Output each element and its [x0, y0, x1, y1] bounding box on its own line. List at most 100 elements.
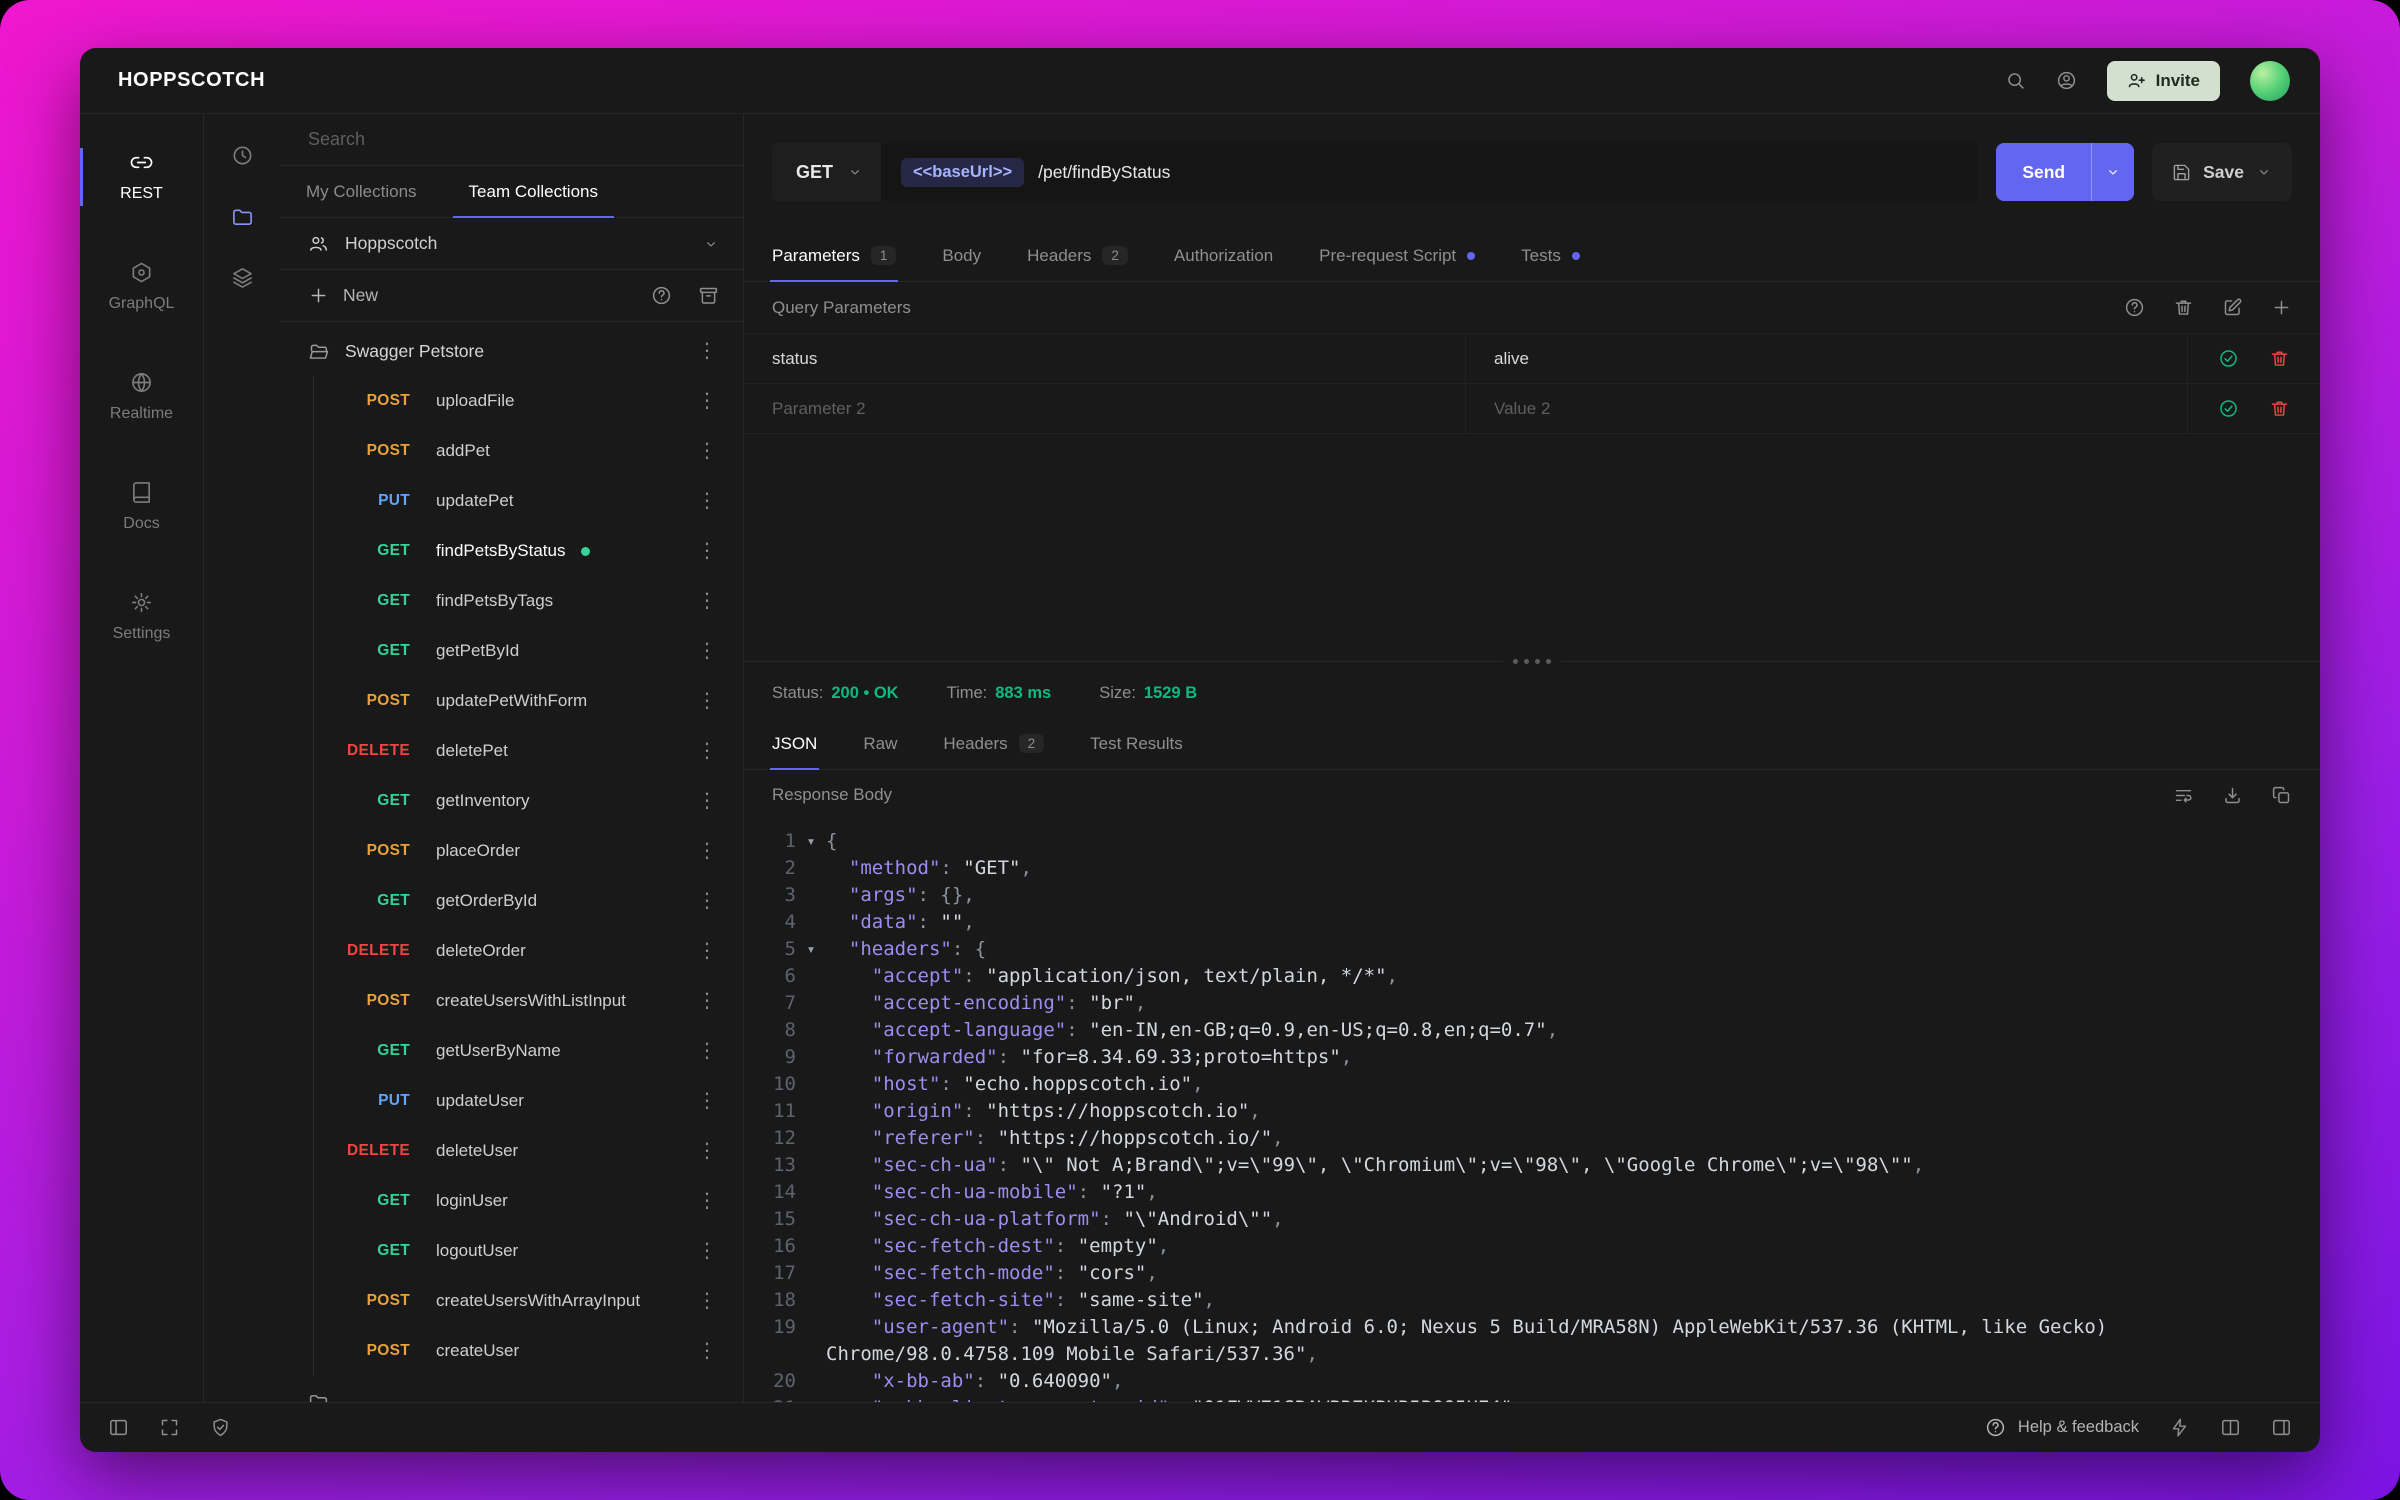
tab-authorization[interactable]: Authorization — [1174, 230, 1273, 281]
nav-item-settings[interactable]: Settings — [80, 562, 203, 672]
request-item[interactable]: GET logoutUser ⋮ — [314, 1226, 743, 1276]
nav-item-docs[interactable]: Docs — [80, 452, 203, 562]
request-item[interactable]: POST placeOrder ⋮ — [314, 826, 743, 876]
search-button[interactable] — [2005, 70, 2026, 91]
wrap-lines-button[interactable] — [2173, 785, 2194, 806]
param-key-input[interactable]: status — [744, 334, 1466, 383]
request-options-button[interactable]: ⋮ — [693, 791, 721, 811]
param-value-input[interactable]: alive — [1466, 334, 2188, 383]
tab-raw[interactable]: Raw — [863, 718, 897, 769]
request-options-button[interactable]: ⋮ — [693, 991, 721, 1011]
request-options-button[interactable]: ⋮ — [693, 741, 721, 761]
download-response-button[interactable] — [2222, 785, 2243, 806]
request-options-button[interactable]: ⋮ — [693, 891, 721, 911]
collections-tab[interactable] — [231, 205, 254, 228]
request-item[interactable]: GET getUserByName ⋮ — [314, 1026, 743, 1076]
param-key-input[interactable]: Parameter 2 — [744, 384, 1466, 433]
expand-view-button[interactable] — [159, 1417, 180, 1438]
request-options-button[interactable]: ⋮ — [693, 1341, 721, 1361]
url-input[interactable]: <<baseUrl>> /pet/findByStatus — [881, 143, 1979, 201]
toggle-right-panel-button[interactable] — [2271, 1417, 2292, 1438]
request-item[interactable]: DELETE deletePet ⋮ — [314, 726, 743, 776]
request-options-button[interactable]: ⋮ — [693, 391, 721, 411]
request-options-button[interactable]: ⋮ — [693, 1291, 721, 1311]
param-delete-button[interactable] — [2269, 398, 2290, 419]
request-options-button[interactable]: ⋮ — [693, 441, 721, 461]
request-item[interactable]: DELETE deleteUser ⋮ — [314, 1126, 743, 1176]
param-active-toggle[interactable] — [2218, 348, 2239, 369]
fold-toggle-icon[interactable]: ▾ — [796, 936, 826, 963]
tab-test-results[interactable]: Test Results — [1090, 718, 1183, 769]
request-options-button[interactable]: ⋮ — [693, 1241, 721, 1261]
request-options-button[interactable]: ⋮ — [693, 541, 721, 561]
history-tab[interactable] — [231, 144, 254, 167]
request-options-button[interactable]: ⋮ — [693, 841, 721, 861]
tab-parameters[interactable]: Parameters 1 — [769, 230, 899, 282]
copy-response-button[interactable] — [2271, 785, 2292, 806]
request-options-button[interactable]: ⋮ — [693, 491, 721, 511]
request-options-button[interactable]: ⋮ — [693, 1041, 721, 1061]
tab-my-collections[interactable]: My Collections — [280, 166, 443, 217]
param-value-input[interactable]: Value 2 — [1466, 384, 2188, 433]
interceptor-button[interactable] — [210, 1417, 231, 1438]
toggle-sidebar-button[interactable] — [108, 1417, 129, 1438]
request-item[interactable]: GET getOrderById ⋮ — [314, 876, 743, 926]
import-export-button[interactable] — [698, 285, 719, 306]
request-item[interactable]: GET findPetsByStatus ⋮ — [314, 526, 743, 576]
request-item[interactable]: POST addPet ⋮ — [314, 426, 743, 476]
method-select[interactable]: GET — [772, 143, 882, 201]
request-options-button[interactable]: ⋮ — [693, 1091, 721, 1111]
shortcuts-button[interactable] — [2169, 1417, 2190, 1438]
request-item[interactable]: PUT updateUser ⋮ — [314, 1076, 743, 1126]
request-item[interactable]: GET loginUser ⋮ — [314, 1176, 743, 1226]
request-options-button[interactable]: ⋮ — [693, 941, 721, 961]
request-item[interactable]: GET getInventory ⋮ — [314, 776, 743, 826]
request-options-button[interactable]: ⋮ — [693, 591, 721, 611]
invite-button[interactable]: Invite — [2106, 60, 2220, 101]
tab-body[interactable]: Body — [942, 230, 981, 281]
help-feedback-button[interactable]: Help & feedback — [1985, 1417, 2139, 1438]
request-options-button[interactable]: ⋮ — [693, 691, 721, 711]
new-collection-button[interactable]: New — [308, 285, 378, 306]
params-clear-all-button[interactable] — [2173, 297, 2194, 318]
folder-options-button[interactable]: ⋮ — [693, 341, 721, 361]
nav-item-graphql[interactable]: GraphQL — [80, 232, 203, 342]
param-delete-button[interactable] — [2269, 348, 2290, 369]
request-item[interactable]: GET getPetById ⋮ — [314, 626, 743, 676]
request-item[interactable]: GET findPetsByTags ⋮ — [314, 576, 743, 626]
request-item[interactable]: POST createUsersWithListInput ⋮ — [314, 976, 743, 1026]
tab-tests[interactable]: Tests — [1521, 230, 1580, 281]
tab-team-collections[interactable]: Team Collections — [443, 166, 624, 218]
tab-json[interactable]: JSON — [769, 718, 820, 770]
avatar[interactable] — [2250, 60, 2290, 101]
request-options-button[interactable]: ⋮ — [693, 1191, 721, 1211]
param-active-toggle[interactable] — [2218, 398, 2239, 419]
response-body-code[interactable]: 1 ▾{2 "method": "GET", 3 "args": {}, 4 "dat… — [744, 820, 2320, 1402]
params-help-button[interactable] — [2124, 297, 2145, 318]
request-item[interactable]: POST createUsersWithArrayInput ⋮ — [314, 1276, 743, 1326]
request-item[interactable]: POST createUser ⋮ — [314, 1326, 743, 1376]
request-item[interactable]: PUT updatePet ⋮ — [314, 476, 743, 526]
save-button[interactable]: Save — [2152, 143, 2292, 201]
collection-search-input[interactable]: Search — [280, 114, 743, 166]
account-button[interactable] — [2056, 70, 2077, 91]
params-add-button[interactable] — [2271, 297, 2292, 318]
tab-headers[interactable]: Headers 2 — [1027, 230, 1128, 281]
pane-resize-handle[interactable] — [1503, 658, 1561, 664]
request-options-button[interactable]: ⋮ — [693, 1141, 721, 1161]
nav-item-rest[interactable]: REST — [80, 122, 203, 232]
tab-response-headers[interactable]: Headers 2 — [943, 718, 1045, 769]
fold-toggle-icon[interactable]: ▾ — [796, 828, 826, 855]
nav-item-realtime[interactable]: Realtime — [80, 342, 203, 452]
send-options-button[interactable] — [2092, 164, 2134, 180]
collections-help-button[interactable] — [651, 285, 672, 306]
request-item[interactable]: DELETE deleteOrder ⋮ — [314, 926, 743, 976]
send-button[interactable]: Send — [1996, 143, 2135, 201]
environments-tab[interactable] — [231, 266, 254, 289]
column-layout-button[interactable] — [2220, 1417, 2241, 1438]
team-selector[interactable]: Hoppscotch — [280, 218, 743, 270]
request-item[interactable]: POST updatePetWithForm ⋮ — [314, 676, 743, 726]
params-bulk-edit-button[interactable] — [2222, 297, 2243, 318]
request-options-button[interactable]: ⋮ — [693, 641, 721, 661]
collection-folder-cutoff[interactable] — [280, 1376, 743, 1402]
